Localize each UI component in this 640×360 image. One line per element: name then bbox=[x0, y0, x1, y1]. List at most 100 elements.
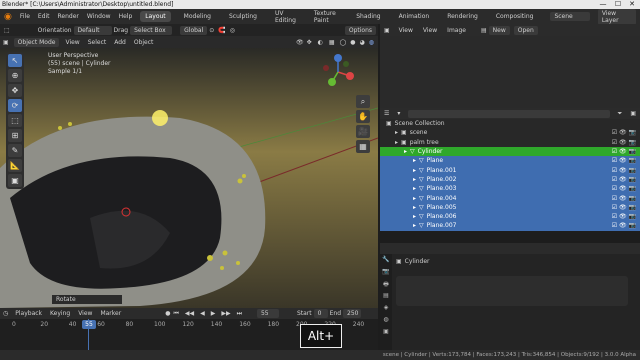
record-icon[interactable]: ● bbox=[165, 310, 170, 317]
editor-type-icon[interactable]: ▣ bbox=[3, 39, 9, 46]
overlay-toggle-icon[interactable]: ◐ bbox=[318, 39, 323, 46]
snap-icon[interactable]: 🧲 bbox=[218, 27, 225, 34]
visibility-toggles-icon[interactable]: ☑ 👁 📷 bbox=[612, 185, 636, 192]
tab-shading[interactable]: Shading bbox=[351, 11, 385, 22]
annotate-tool-icon[interactable]: ✎ bbox=[8, 144, 22, 157]
prev-key-icon[interactable]: ◀◀ bbox=[185, 310, 194, 317]
minimize-button[interactable]: — bbox=[596, 0, 610, 9]
rotate-tool-icon[interactable]: ⟳ bbox=[8, 99, 22, 112]
editor-type-icon[interactable]: ▣ bbox=[384, 27, 390, 34]
outliner-search-input[interactable] bbox=[408, 109, 610, 118]
visibility-icon[interactable]: 👁 bbox=[296, 39, 304, 46]
cursor-tool-icon[interactable]: ⊕ bbox=[8, 69, 22, 82]
menu-file[interactable]: File bbox=[20, 13, 30, 20]
expand-arrow-icon[interactable]: ▸ bbox=[413, 185, 416, 192]
timeline-menu-keying[interactable]: Keying bbox=[50, 310, 70, 317]
outliner-type-icon[interactable]: ☰ bbox=[384, 110, 389, 117]
open-image-button[interactable]: Open bbox=[513, 25, 538, 35]
outliner-root[interactable]: ▣ Scene Collection bbox=[380, 119, 640, 128]
outliner-row[interactable]: ▸ ▽ Plane.001 ☑ 👁 📷 bbox=[380, 165, 640, 175]
menu-window[interactable]: Window bbox=[87, 13, 111, 20]
current-frame-field[interactable]: 55 bbox=[256, 309, 279, 318]
view-layer-selector[interactable]: View Layer bbox=[597, 8, 636, 25]
start-frame-field[interactable]: 0 bbox=[313, 309, 328, 318]
playhead-frame[interactable]: 55 bbox=[82, 320, 96, 329]
blender-logo-icon[interactable]: ◉ bbox=[4, 12, 12, 22]
world-tab-icon[interactable]: ◍ bbox=[381, 316, 391, 326]
tab-rendering[interactable]: Rendering bbox=[442, 11, 483, 22]
tab-animation[interactable]: Animation bbox=[394, 11, 435, 22]
render-tab-icon[interactable]: 📷 bbox=[381, 268, 391, 278]
expand-arrow-icon[interactable]: ▸ bbox=[413, 213, 416, 220]
measure-tool-icon[interactable]: 📐 bbox=[8, 159, 22, 172]
shading-solid-icon[interactable]: ● bbox=[350, 39, 355, 46]
image-menu-image[interactable]: Image bbox=[447, 27, 466, 34]
expand-arrow-icon[interactable]: ▸ bbox=[413, 204, 416, 211]
expand-arrow-icon[interactable]: ▸ bbox=[413, 222, 416, 229]
gizmo-toggle-icon[interactable]: ✥ bbox=[307, 39, 312, 46]
navigation-gizmo[interactable] bbox=[318, 52, 358, 92]
visibility-toggles-icon[interactable]: ☑ 👁 📷 bbox=[612, 167, 636, 174]
menu-add[interactable]: Add bbox=[114, 39, 126, 46]
outliner-row[interactable]: ▸ ▽ Plane.006 ☑ 👁 📷 bbox=[380, 211, 640, 222]
visibility-toggles-icon[interactable]: ☑ 👁 📷 bbox=[612, 195, 636, 202]
shading-material-icon[interactable]: ◕ bbox=[360, 39, 365, 46]
proportional-edit-icon[interactable]: ◎ bbox=[230, 27, 235, 34]
jump-end-icon[interactable]: ⏭ bbox=[237, 310, 242, 318]
scene-selector[interactable]: Scene bbox=[550, 12, 590, 21]
tab-sculpting[interactable]: Sculpting bbox=[224, 11, 262, 22]
jump-start-icon[interactable]: ⏮ bbox=[173, 310, 178, 318]
tab-layout[interactable]: Layout bbox=[140, 11, 171, 22]
image-menu-view[interactable]: View bbox=[399, 27, 413, 34]
drag-dropdown[interactable]: Select Box bbox=[130, 25, 173, 35]
menu-object[interactable]: Object bbox=[134, 39, 154, 46]
timeline-menu-playback[interactable]: Playback bbox=[15, 310, 42, 317]
new-collection-icon[interactable]: ▣ bbox=[630, 110, 636, 117]
new-image-button[interactable]: New bbox=[488, 25, 510, 35]
zoom-icon[interactable]: ⌕ bbox=[356, 95, 370, 108]
transform-orientation-dropdown[interactable]: Global bbox=[180, 25, 208, 35]
object-tab-icon[interactable]: ▣ bbox=[381, 328, 391, 338]
end-frame-field[interactable]: 250 bbox=[343, 309, 362, 318]
play-reverse-icon[interactable]: ◀ bbox=[200, 310, 205, 317]
visibility-toggles-icon[interactable]: ☑ 👁 📷 bbox=[612, 157, 636, 164]
expand-arrow-icon[interactable]: ▸ bbox=[413, 176, 416, 183]
outliner-row[interactable]: ▸ ▣ scene ☑ 👁 📷 bbox=[380, 128, 640, 137]
last-operator-panel[interactable]: Rotate bbox=[52, 295, 122, 304]
display-mode-icon[interactable]: ▾ bbox=[397, 110, 400, 117]
menu-help[interactable]: Help bbox=[119, 13, 133, 20]
outliner-row[interactable]: ▸ ▽ Plane.002 ☑ 👁 📷 bbox=[380, 174, 640, 185]
filter-icon[interactable]: ⏷ bbox=[618, 110, 623, 118]
tab-compositing[interactable]: Compositing bbox=[491, 11, 539, 22]
tab-texture-paint[interactable]: Texture Paint bbox=[309, 8, 343, 26]
outliner-row[interactable]: ▸ ▽ Plane.003 ☑ 👁 📷 bbox=[380, 184, 640, 194]
select-box-icon[interactable]: ⬚ bbox=[4, 27, 10, 34]
outliner-row[interactable]: ▸ ▽ Plane.004 ☑ 👁 📷 bbox=[380, 193, 640, 203]
camera-icon[interactable]: 🎥 bbox=[356, 125, 370, 138]
3d-viewport[interactable]: User Perspective (55) scene | Cylinder S… bbox=[0, 48, 378, 308]
expand-arrow-icon[interactable]: ▸ bbox=[413, 167, 416, 174]
orientation-dropdown[interactable]: Default bbox=[73, 25, 112, 35]
tab-uv-editing[interactable]: UV Editing bbox=[270, 8, 301, 26]
visibility-toggles-icon[interactable]: ☑ 👁 📷 bbox=[612, 204, 636, 211]
menu-edit[interactable]: Edit bbox=[38, 13, 50, 20]
outliner-row[interactable]: ▸ ▽ Plane.007 ☑ 👁 📷 bbox=[380, 221, 640, 231]
visibility-toggles-icon[interactable]: ☑ 👁 📷 bbox=[612, 222, 636, 229]
output-tab-icon[interactable]: 🖶 bbox=[381, 280, 391, 290]
timeline-menu-marker[interactable]: Marker bbox=[100, 310, 121, 317]
expand-arrow-icon[interactable]: ▸ bbox=[413, 195, 416, 202]
menu-view[interactable]: View bbox=[65, 39, 79, 46]
visibility-toggles-icon[interactable]: ☑ 👁 📷 bbox=[612, 176, 636, 183]
menu-render[interactable]: Render bbox=[58, 13, 79, 20]
options-dropdown[interactable]: Options bbox=[344, 25, 376, 35]
pan-hand-icon[interactable]: ✋ bbox=[356, 110, 370, 123]
timeline-menu-view[interactable]: View bbox=[78, 310, 92, 317]
image-browse-icon[interactable]: ▤ bbox=[481, 27, 487, 34]
expand-arrow-icon[interactable]: ▸ bbox=[395, 139, 398, 146]
add-cube-tool-icon[interactable]: ▣ bbox=[8, 174, 22, 187]
expand-arrow-icon[interactable]: ▸ bbox=[395, 129, 398, 136]
next-key-icon[interactable]: ▶▶ bbox=[221, 310, 230, 317]
pivot-icon[interactable]: ⊙ bbox=[209, 27, 214, 34]
shading-wireframe-icon[interactable]: ◯ bbox=[340, 39, 347, 46]
tab-modeling[interactable]: Modeling bbox=[179, 11, 216, 22]
